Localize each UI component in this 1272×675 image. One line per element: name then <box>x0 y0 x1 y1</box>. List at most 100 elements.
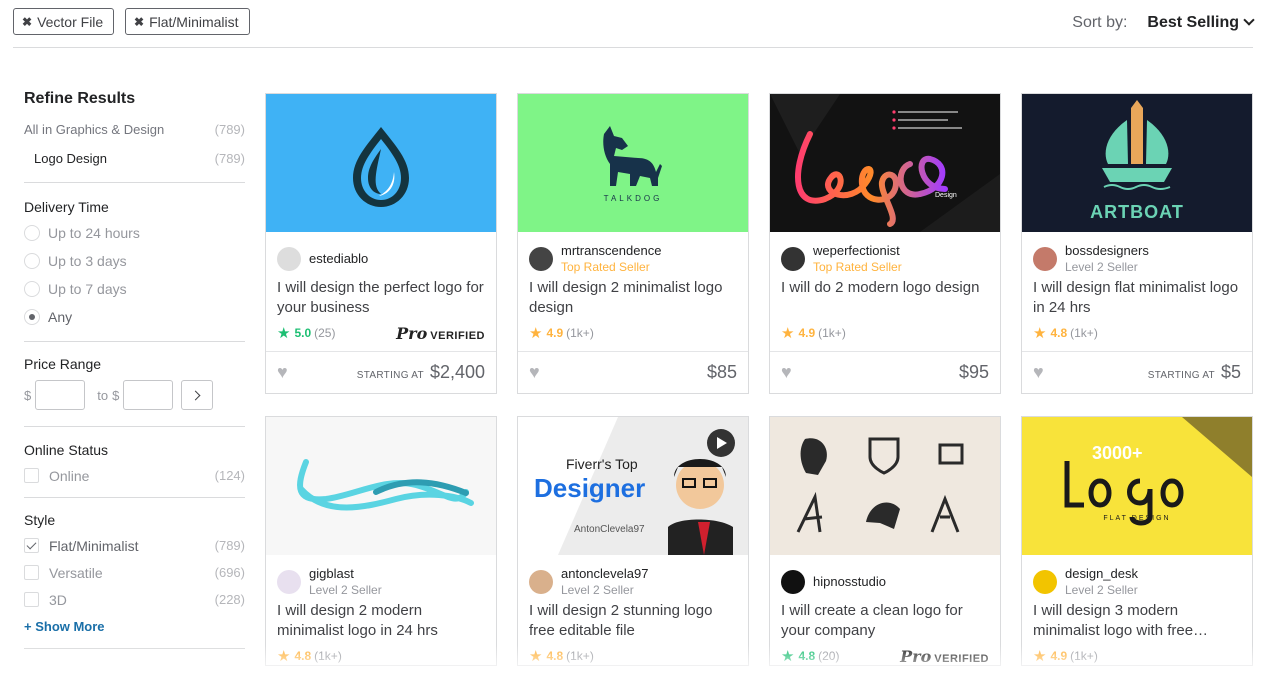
checkbox-label: Flat/Minimalist <box>49 537 139 554</box>
rating-score: 5.0 <box>294 326 312 340</box>
star-icon: ★ <box>781 648 795 665</box>
gig-card[interactable]: estediablo I will design the perfect log… <box>265 93 497 394</box>
seller-name[interactable]: hipnosstudio <box>813 574 886 590</box>
gig-title[interactable]: I will design the perfect logo for your … <box>266 278 496 318</box>
gig-rating: ★ 4.8 (20) Pro VERIFIED <box>770 647 1000 666</box>
chevron-right-icon <box>190 390 201 400</box>
gig-image[interactable]: TALKDOG <box>518 94 748 232</box>
seller-info: hipnosstudio <box>770 555 1000 599</box>
delivery-time-title: Delivery Time <box>24 199 109 215</box>
gig-image[interactable]: ARTBOAT <box>1022 94 1252 232</box>
online-checkbox-row[interactable]: Online (124) <box>24 462 245 489</box>
gig-title[interactable]: I will create a clean logo for your comp… <box>770 601 1000 641</box>
price-max-input[interactable] <box>123 380 174 410</box>
gig-title[interactable]: I will design flat minimalist logo in 24… <box>1022 278 1252 318</box>
gig-title[interactable]: I will do 2 modern logo design <box>770 278 1000 318</box>
gig-image[interactable] <box>770 417 1000 555</box>
image-text: Designer <box>534 473 645 503</box>
show-more-link[interactable]: + Show More <box>24 619 245 634</box>
heart-icon[interactable]: ♥ <box>781 362 792 383</box>
heart-icon[interactable]: ♥ <box>529 362 540 383</box>
gig-price[interactable]: STARTING AT $2,400 <box>357 362 485 383</box>
delivery-option-7d[interactable]: Up to 7 days <box>24 275 245 303</box>
avatar[interactable] <box>529 570 553 594</box>
seller-name[interactable]: mrtranscendence <box>561 243 661 259</box>
gig-image[interactable]: 3000+ FLAT DESIGN <box>1022 417 1252 555</box>
gig-price[interactable]: STARTING AT $5 <box>1148 362 1241 383</box>
seller-name[interactable]: estediablo <box>309 251 368 267</box>
gig-card[interactable]: ARTBOAT bossdesigners Level 2 Seller I wi… <box>1021 93 1253 394</box>
seller-info: antonclevela97 Level 2 Seller <box>518 555 748 599</box>
chevron-down-icon[interactable] <box>1243 14 1255 26</box>
rating-score: 4.8 <box>1050 326 1068 340</box>
avatar[interactable] <box>1033 247 1057 271</box>
gig-card[interactable]: 3000+ FLAT DESIGN design_desk Level 2 Sel… <box>1021 416 1253 666</box>
gig-rating: ★ 5.0 (25) Pro VERIFIED <box>266 324 496 343</box>
checkbox-label: Versatile <box>49 564 103 581</box>
style-option-versatile[interactable]: Versatile (696) <box>24 559 245 586</box>
gig-image[interactable] <box>266 94 496 232</box>
category-label[interactable]: All in Graphics & Design <box>24 122 164 137</box>
category-logo-design[interactable]: Logo Design (789) <box>24 151 245 166</box>
style-option-flat[interactable]: Flat/Minimalist (789) <box>24 532 245 559</box>
gig-card[interactable]: hipnosstudio I will create a clean logo … <box>769 416 1001 666</box>
filter-chip-flat-minimalist[interactable]: ✖ Flat/Minimalist <box>125 8 250 35</box>
gig-title[interactable]: I will design 2 modern minimalist logo i… <box>266 601 496 641</box>
radio-button[interactable] <box>24 225 40 241</box>
image-text: Design <box>935 192 957 199</box>
seller-name[interactable]: design_desk <box>1065 566 1138 582</box>
star-icon: ★ <box>1033 325 1047 342</box>
gig-title[interactable]: I will design 2 minimalist logo design <box>518 278 748 318</box>
image-text: ARTBOAT <box>1090 202 1184 222</box>
heart-icon[interactable]: ♥ <box>1033 362 1044 383</box>
subcategory-label[interactable]: Logo Design <box>34 151 107 166</box>
price-min-input[interactable] <box>35 380 86 410</box>
gig-card[interactable]: gigblast Level 2 Seller I will design 2 m… <box>265 416 497 666</box>
style-option-3d[interactable]: 3D (228) <box>24 586 245 613</box>
seller-name[interactable]: weperfectionist <box>813 243 902 259</box>
gig-image[interactable] <box>266 417 496 555</box>
gig-card[interactable]: Fiverr's Top Designer AntonClevela97 ant… <box>517 416 749 666</box>
heart-icon[interactable]: ♥ <box>277 362 288 383</box>
star-icon: ★ <box>781 325 795 342</box>
checkbox-checked[interactable] <box>24 538 39 553</box>
delivery-option-24h[interactable]: Up to 24 hours <box>24 219 245 247</box>
seller-name[interactable]: antonclevela97 <box>561 566 648 582</box>
avatar[interactable] <box>277 247 301 271</box>
delivery-option-any[interactable]: Any <box>24 303 245 331</box>
avatar[interactable] <box>277 570 301 594</box>
gig-title[interactable]: I will design 3 modern minimalist logo w… <box>1022 601 1252 641</box>
pro-verified-badge: Pro VERIFIED <box>900 647 989 666</box>
avatar[interactable] <box>529 247 553 271</box>
category-all[interactable]: All in Graphics & Design (789) <box>24 122 245 137</box>
gig-card[interactable]: Design weperfectionist Top Rated Seller I… <box>769 93 1001 394</box>
radio-button-selected[interactable] <box>24 309 40 325</box>
rating-score: 4.8 <box>294 649 312 663</box>
close-icon[interactable]: ✖ <box>22 15 32 29</box>
sort-dropdown[interactable]: Sort by: Best Selling <box>1072 14 1255 32</box>
gig-title[interactable]: I will design 2 stunning logo free edita… <box>518 601 748 641</box>
sort-value[interactable]: Best Selling <box>1147 14 1239 32</box>
avatar[interactable] <box>781 570 805 594</box>
delivery-option-3d[interactable]: Up to 3 days <box>24 247 245 275</box>
gig-price[interactable]: $85 <box>707 362 737 383</box>
avatar[interactable] <box>781 247 805 271</box>
avatar[interactable] <box>1033 570 1057 594</box>
checkbox[interactable] <box>24 468 39 483</box>
gig-card[interactable]: TALKDOG mrtranscendence Top Rated Seller … <box>517 93 749 394</box>
radio-button[interactable] <box>24 281 40 297</box>
yellow-logo-image: 3000+ FLAT DESIGN <box>1064 417 1252 526</box>
gradient-logo-icon: Design <box>770 94 1000 232</box>
gig-image[interactable]: Fiverr's Top Designer AntonClevela97 <box>518 417 748 555</box>
radio-button[interactable] <box>24 253 40 269</box>
apply-price-button[interactable] <box>181 380 214 410</box>
online-count: (124) <box>214 468 245 483</box>
seller-name[interactable]: bossdesigners <box>1065 243 1149 259</box>
gig-price[interactable]: $95 <box>959 362 989 383</box>
gig-image[interactable]: Design <box>770 94 1000 232</box>
filter-chip-vector-file[interactable]: ✖ Vector File <box>13 8 115 35</box>
checkbox[interactable] <box>24 565 39 580</box>
checkbox[interactable] <box>24 592 39 607</box>
seller-name[interactable]: gigblast <box>309 566 382 582</box>
close-icon[interactable]: ✖ <box>134 15 144 29</box>
